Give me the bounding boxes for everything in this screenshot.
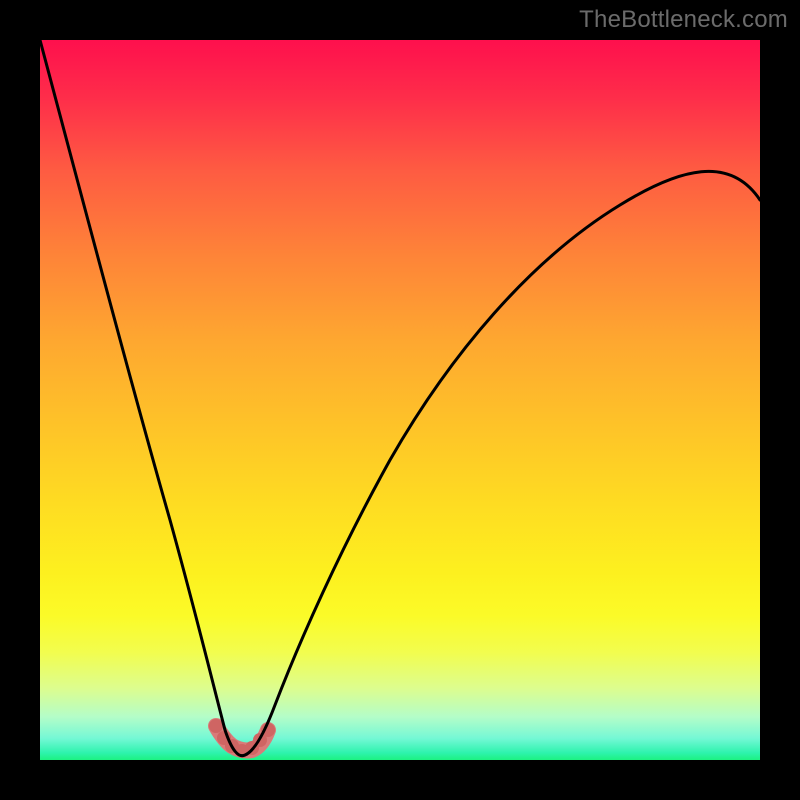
chart-plot-area [40,40,760,760]
trough-dots [209,719,275,758]
bottleneck-curve-line [40,40,760,756]
watermark-text: TheBottleneck.com [579,6,788,34]
dot [209,719,223,733]
curve-svg [40,40,760,760]
